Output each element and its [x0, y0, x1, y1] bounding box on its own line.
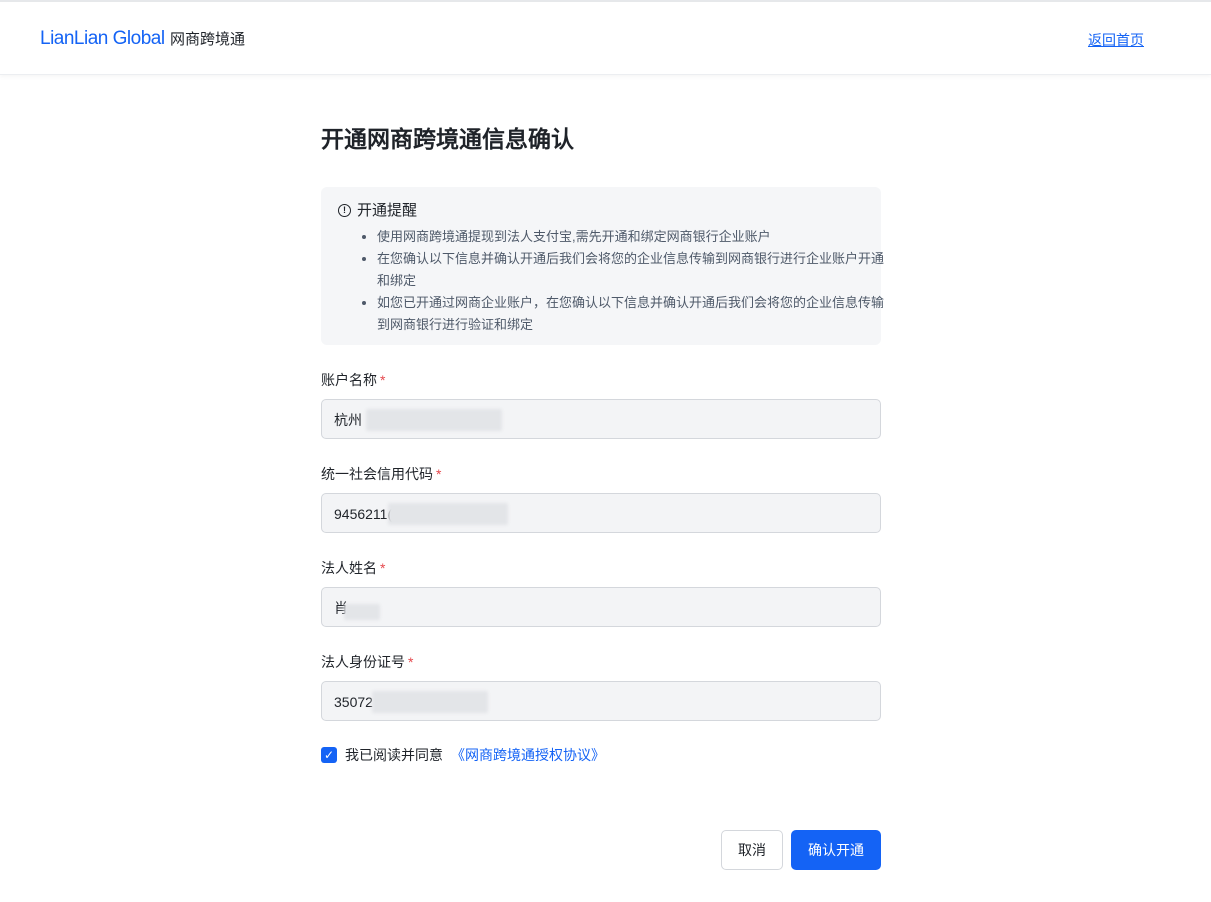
notice-box: ! 开通提醒 使用网商跨境通提现到法人支付宝,需先开通和绑定网商银行企业账户 在…	[321, 187, 884, 345]
legal-id-value: 35072	[334, 694, 373, 710]
required-mark: *	[380, 560, 386, 576]
legal-name-label: 法人姓名 *	[321, 559, 385, 577]
notice-list: 使用网商跨境通提现到法人支付宝,需先开通和绑定网商银行企业账户 在您确认以下信息…	[358, 226, 889, 336]
credit-code-label-text: 统一社会信用代码	[321, 466, 433, 482]
redacted-mask	[366, 409, 502, 431]
info-circle-icon: !	[338, 204, 351, 217]
legal-name-label-text: 法人姓名	[321, 560, 377, 576]
credit-code-label: 统一社会信用代码 *	[321, 465, 441, 483]
redacted-mask	[344, 604, 380, 620]
lianlian-global-logo[interactable]: LianLian Global	[40, 28, 165, 50]
page-title: 开通网商跨境通信息确认	[321, 126, 574, 152]
redacted-mask	[388, 503, 508, 525]
agreement-checkbox[interactable]: ✓	[321, 747, 337, 763]
required-mark: *	[380, 372, 386, 388]
required-mark: *	[408, 654, 414, 670]
agreement-text: 我已阅读并同意	[345, 747, 443, 763]
notice-title: 开通提醒	[357, 202, 418, 219]
credit-code-value: 9456211(	[334, 506, 393, 522]
legal-id-label-text: 法人身份证号	[321, 654, 405, 670]
cancel-button[interactable]: 取消	[721, 830, 783, 870]
notice-item: 在您确认以下信息并确认开通后我们会将您的企业信息传输到网商银行进行企业账户开通和…	[377, 248, 889, 292]
credit-code-field[interactable]: 9456211(	[321, 493, 881, 533]
account-name-label-text: 账户名称	[321, 372, 377, 388]
page-header: LianLian Global 网商跨境通 返回首页	[0, 2, 1211, 75]
legal-id-field[interactable]: 35072	[321, 681, 881, 721]
agreement-link[interactable]: 《网商跨境通授权协议》	[451, 746, 605, 764]
confirm-open-button[interactable]: 确认开通	[791, 830, 881, 870]
notice-item: 使用网商跨境通提现到法人支付宝,需先开通和绑定网商银行企业账户	[377, 226, 889, 248]
redacted-mask	[372, 691, 488, 713]
back-home-link[interactable]: 返回首页	[1088, 31, 1144, 49]
notice-item: 如您已开通过网商企业账户，在您确认以下信息并确认开通后我们会将您的企业信息传输到…	[377, 292, 889, 336]
account-name-value: 杭州	[334, 412, 362, 428]
required-mark: *	[436, 466, 442, 482]
legal-name-field[interactable]: 肖	[321, 587, 881, 627]
legal-id-label: 法人身份证号 *	[321, 653, 413, 671]
product-name: 网商跨境通	[170, 31, 246, 48]
account-name-label: 账户名称 *	[321, 371, 385, 389]
account-name-field[interactable]: 杭州	[321, 399, 881, 439]
